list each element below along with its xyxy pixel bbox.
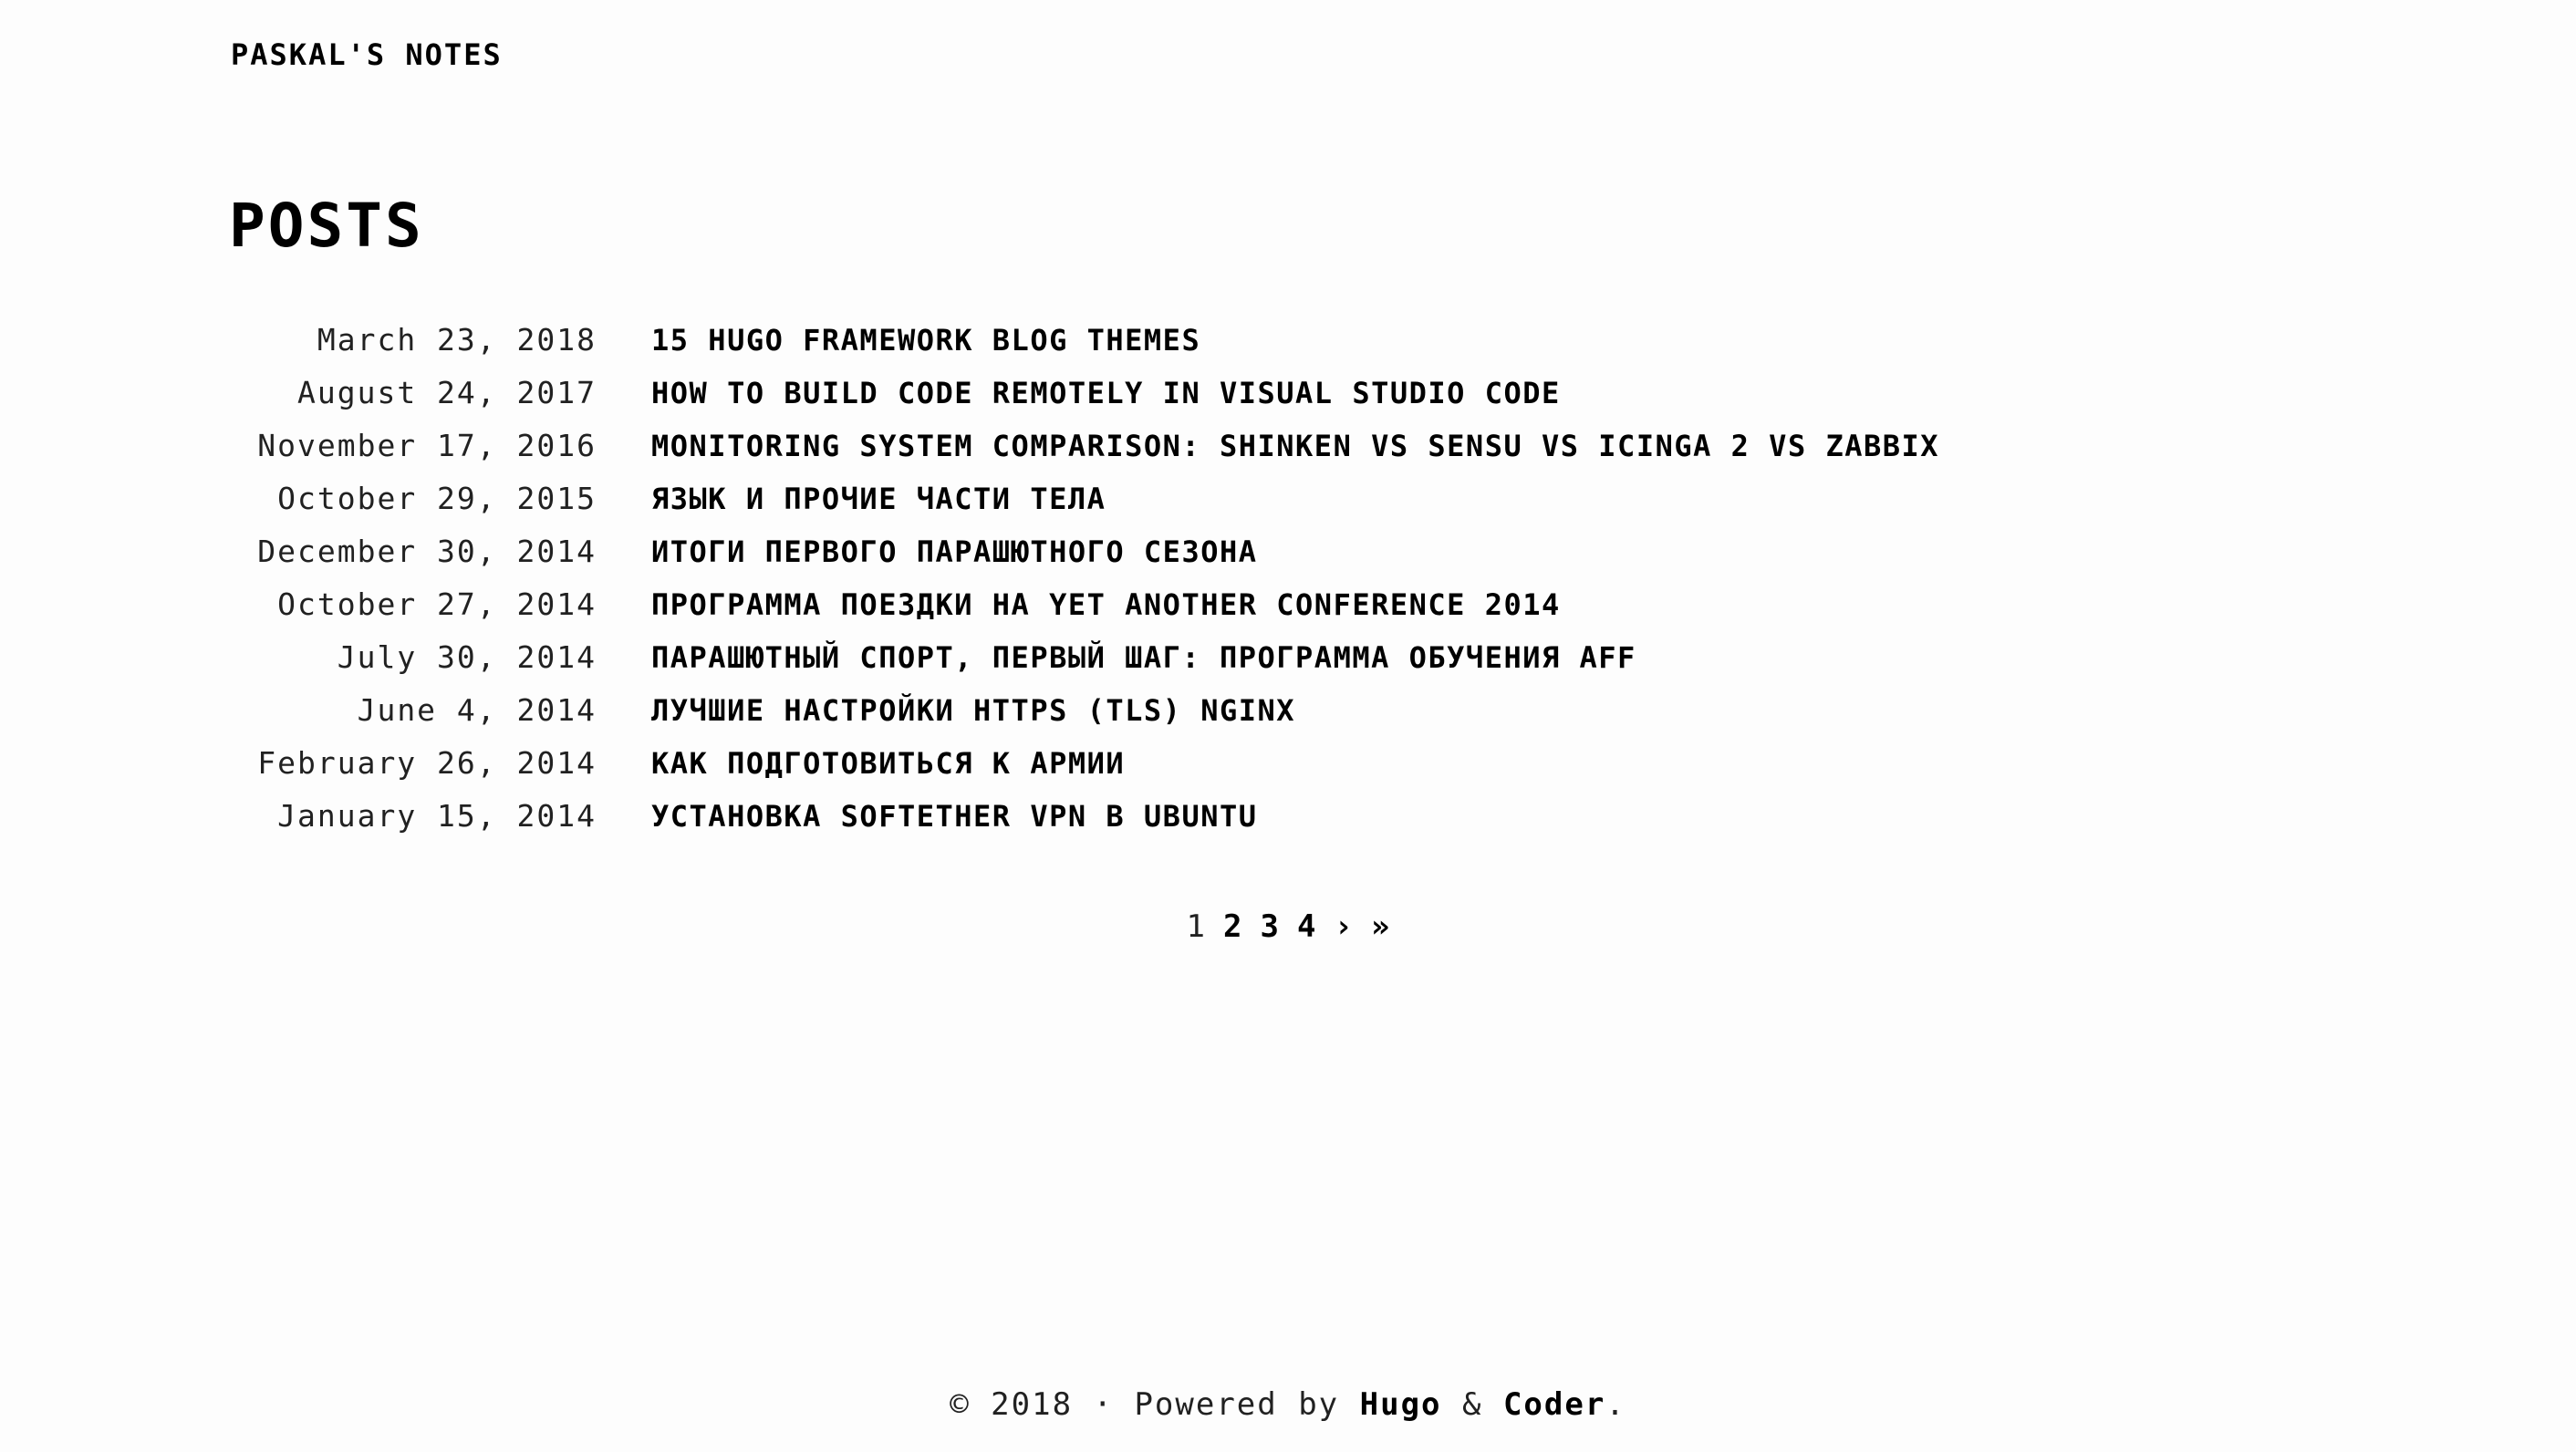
- post-list-item: February 26, 2014 КАК ПОДГОТОВИТЬСЯ К АР…: [0, 737, 1939, 790]
- footer-ampersand: &: [1441, 1386, 1503, 1423]
- footer-period: .: [1605, 1386, 1626, 1423]
- site-title-link[interactable]: PASKAL'S NOTES: [231, 33, 503, 77]
- post-title-link[interactable]: ПРОГРАММА ПОЕЗДКИ НА YET ANOTHER CONFERE…: [651, 578, 1561, 631]
- post-date: November 17, 2016: [257, 428, 597, 463]
- post-list-item: October 27, 2014 ПРОГРАММА ПОЕЗДКИ НА YE…: [0, 578, 1939, 631]
- pagination-page-3[interactable]: 3: [1261, 905, 1279, 949]
- post-title-link[interactable]: КАК ПОДГОТОВИТЬСЯ К АРМИИ: [651, 737, 1125, 790]
- post-date: March 23, 2018: [317, 322, 597, 358]
- post-title-link[interactable]: УСТАНОВКА SOFTETHER VPN В UBUNTU: [651, 790, 1258, 843]
- coder-link[interactable]: Coder: [1503, 1386, 1605, 1423]
- page-title: POSTS: [229, 191, 424, 261]
- post-list-item: January 15, 2014 УСТАНОВКА SOFTETHER VPN…: [0, 790, 1939, 843]
- post-list-item: October 29, 2015 ЯЗЫК И ПРОЧИЕ ЧАСТИ ТЕЛ…: [0, 472, 1939, 525]
- post-date: December 30, 2014: [257, 534, 597, 569]
- post-date: February 26, 2014: [257, 745, 597, 781]
- post-list-item: August 24, 2017 HOW TO BUILD CODE REMOTE…: [0, 367, 1939, 420]
- post-list-item: December 30, 2014 ИТОГИ ПЕРВОГО ПАРАШЮТН…: [0, 525, 1939, 578]
- post-date: October 27, 2014: [277, 586, 597, 622]
- pagination-next-icon[interactable]: ›: [1334, 905, 1352, 949]
- hugo-link[interactable]: Hugo: [1360, 1386, 1442, 1423]
- post-title-link[interactable]: ЯЗЫК И ПРОЧИЕ ЧАСТИ ТЕЛА: [651, 472, 1106, 525]
- post-date: August 24, 2017: [296, 375, 597, 410]
- post-date: June 4, 2014: [357, 692, 597, 728]
- pagination-current-page: 1: [1186, 908, 1206, 945]
- post-date: January 15, 2014: [277, 798, 597, 834]
- pagination-last-icon[interactable]: »: [1371, 905, 1389, 949]
- footer: © 2018 · Powered by Hugo & Coder.: [0, 1383, 2576, 1426]
- post-title-link[interactable]: 15 HUGO FRAMEWORK BLOG THEMES: [651, 314, 1200, 367]
- post-date: October 29, 2015: [277, 481, 597, 516]
- post-list-item: July 30, 2014 ПАРАШЮТНЫЙ СПОРТ, ПЕРВЫЙ Ш…: [0, 631, 1939, 684]
- post-date: July 30, 2014: [337, 639, 597, 675]
- post-list-item: March 23, 2018 15 HUGO FRAMEWORK BLOG TH…: [0, 314, 1939, 367]
- pagination-page-4[interactable]: 4: [1297, 905, 1315, 949]
- post-list-item: June 4, 2014 ЛУЧШИЕ НАСТРОЙКИ HTTPS (TLS…: [0, 684, 1939, 737]
- post-title-link[interactable]: MONITORING SYSTEM COMPARISON: SHINKEN VS…: [651, 420, 1939, 472]
- pagination-page-2[interactable]: 2: [1223, 905, 1241, 949]
- pagination: 1 2 3 4 › »: [0, 905, 2576, 949]
- post-title-link[interactable]: ПАРАШЮТНЫЙ СПОРТ, ПЕРВЫЙ ШАГ: ПРОГРАММА …: [651, 631, 1636, 684]
- post-title-link[interactable]: ИТОГИ ПЕРВОГО ПАРАШЮТНОГО СЕЗОНА: [651, 525, 1258, 578]
- post-list-item: November 17, 2016 MONITORING SYSTEM COMP…: [0, 420, 1939, 472]
- post-title-link[interactable]: HOW TO BUILD CODE REMOTELY IN VISUAL STU…: [651, 367, 1561, 420]
- post-list: March 23, 2018 15 HUGO FRAMEWORK BLOG TH…: [0, 314, 1939, 843]
- post-title-link[interactable]: ЛУЧШИЕ НАСТРОЙКИ HTTPS (TLS) NGINX: [651, 684, 1295, 737]
- footer-copyright: © 2018 · Powered by: [950, 1386, 1360, 1423]
